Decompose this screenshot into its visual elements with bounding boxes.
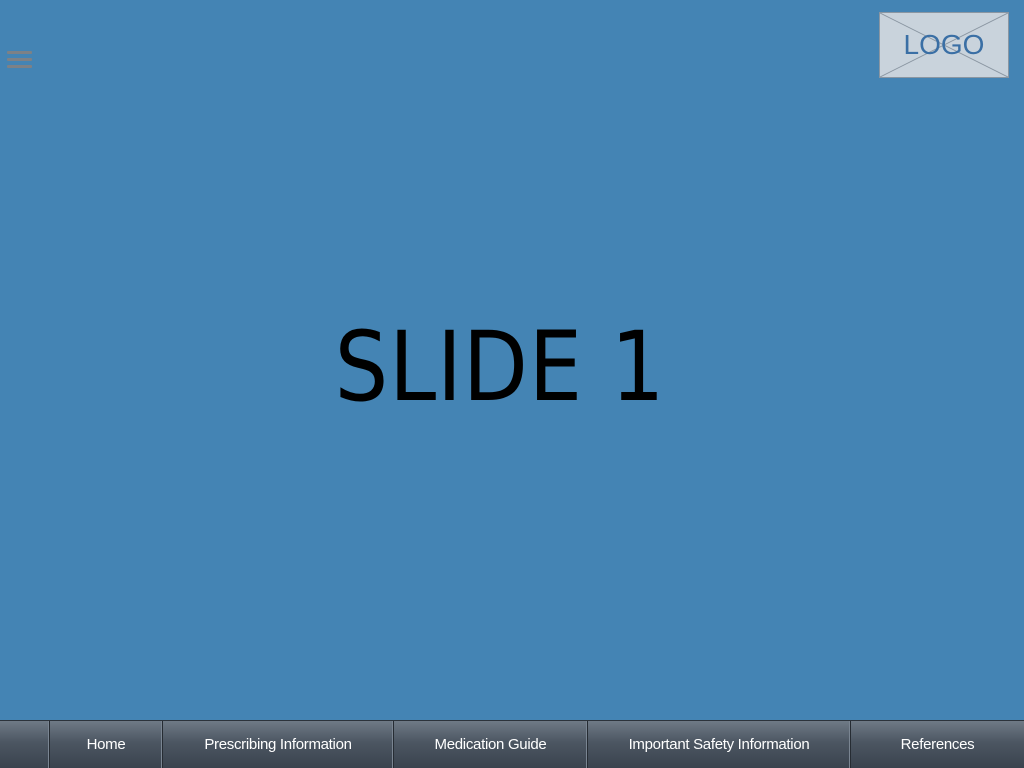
menu-bar <box>7 51 32 54</box>
nav-spacer <box>0 721 50 768</box>
nav-item-medication-guide[interactable]: Medication Guide <box>394 721 588 768</box>
menu-bar <box>7 58 32 61</box>
hamburger-menu-icon[interactable] <box>7 50 32 70</box>
bottom-navigation-bar: Home Prescribing Information Medication … <box>0 720 1024 768</box>
logo-text: LOGO <box>903 29 985 60</box>
nav-item-references[interactable]: References <box>851 721 1024 768</box>
nav-item-home[interactable]: Home <box>50 721 163 768</box>
nav-item-prescribing-information[interactable]: Prescribing Information <box>163 721 394 768</box>
menu-bar <box>7 65 32 68</box>
logo: LOGO <box>879 12 1009 78</box>
nav-item-important-safety-information[interactable]: Important Safety Information <box>588 721 851 768</box>
slide-title: SLIDE 1 <box>334 311 666 423</box>
